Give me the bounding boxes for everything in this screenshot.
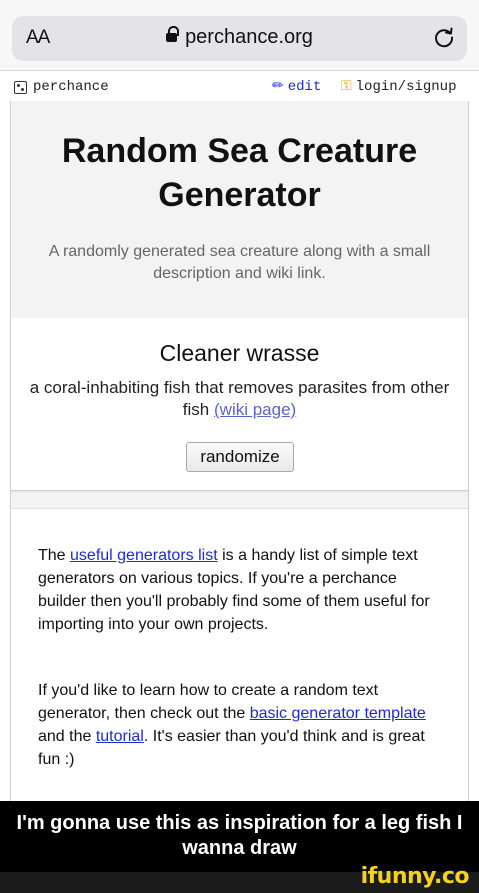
address-bar[interactable]: AA perchance.org — [12, 16, 467, 61]
page-description: A randomly generated sea creature along … — [48, 243, 431, 282]
lock-icon — [166, 26, 180, 42]
p2-text-mid: and the — [38, 728, 96, 745]
dice-icon — [14, 80, 27, 94]
ifunny-watermark: ifunny.co — [360, 864, 470, 889]
perchance-topbar: perchance ✏ edit ⚿ login/signup — [0, 70, 479, 102]
creature-name: Cleaner wrasse — [159, 340, 320, 366]
url-field[interactable]: perchance.org — [12, 26, 467, 49]
wiki-link[interactable]: (wiki page) — [214, 400, 296, 419]
generator-frame: Random Sea Creature Generator A randomly… — [10, 101, 469, 801]
info-paragraph-1: The useful generators list is a handy li… — [38, 544, 443, 636]
result-card: Cleaner wrasse a coral-inhabiting fish t… — [11, 318, 468, 491]
login-label: login/signup — [355, 79, 457, 95]
info-paragraph-2: If you'd like to learn how to create a r… — [38, 679, 443, 771]
page-title: Random Sea Creature Generator — [61, 132, 418, 214]
p1-text-start: The — [38, 547, 71, 564]
key-icon: ⚿ — [341, 78, 352, 94]
basic-generator-template-link[interactable]: basic generator template — [250, 705, 426, 722]
meme-caption: I'm gonna use this as inspiration for a … — [0, 801, 479, 872]
edit-link[interactable]: ✏ edit — [272, 78, 321, 95]
url-text: perchance.org — [185, 26, 313, 48]
creature-description-block: a coral-inhabiting fish that removes par… — [25, 377, 454, 421]
perchance-home-link[interactable]: perchance — [14, 79, 109, 95]
brand-label: perchance — [33, 79, 109, 95]
browser-chrome: AA perchance.org — [0, 0, 479, 70]
randomize-button[interactable]: randomize — [186, 442, 294, 472]
reload-icon[interactable] — [431, 24, 457, 50]
edit-label: edit — [287, 79, 322, 95]
login-link[interactable]: ⚿ login/signup — [341, 78, 456, 95]
useful-generators-link[interactable]: useful generators list — [70, 547, 218, 564]
info-section: The useful generators list is a handy li… — [11, 508, 468, 801]
tutorial-link[interactable]: tutorial — [96, 728, 144, 745]
pencil-icon: ✏ — [272, 78, 284, 94]
watermark-bar: ifunny.co — [0, 864, 479, 893]
